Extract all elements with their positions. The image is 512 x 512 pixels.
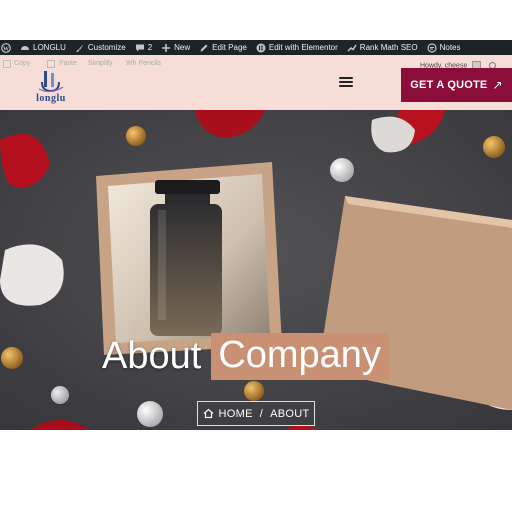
hero-background-image <box>0 110 512 430</box>
breadcrumb-separator: / <box>259 407 264 420</box>
paste-icon <box>47 60 55 68</box>
edit-elementor-link[interactable]: Edit with Elementor <box>256 43 338 53</box>
breadcrumb: HOME / ABOUT <box>197 401 315 426</box>
site-logo[interactable]: longlu <box>31 69 71 105</box>
logo-text: longlu <box>36 93 66 104</box>
edit-elementor-label: Edit with Elementor <box>268 43 338 52</box>
breadcrumb-home-link[interactable]: HOME <box>219 408 253 420</box>
edit-page-link[interactable]: Edit Page <box>199 43 247 53</box>
arrow-up-right-icon: ↗ <box>492 78 503 92</box>
comments-count: 2 <box>147 43 153 52</box>
ghost-link-paste: Paste <box>59 60 77 67</box>
new-content-menu[interactable]: New <box>161 43 190 53</box>
paintbrush-icon <box>75 43 85 53</box>
customize-label: Customize <box>87 43 126 52</box>
page-title: About Company <box>102 333 389 380</box>
plus-icon <box>161 43 171 53</box>
edit-page-label: Edit Page <box>212 43 247 52</box>
comments-link[interactable]: 2 <box>135 43 152 53</box>
comment-icon <box>135 43 145 53</box>
elementor-icon <box>256 43 266 53</box>
notes-icon <box>427 42 437 53</box>
ghost-link-pencils: Wh Pencils <box>126 60 162 67</box>
rank-math-icon <box>347 43 357 53</box>
admin-bar: W LONGLU Customize 2 New Edit Page Edit … <box>0 40 512 55</box>
page: W LONGLU Customize 2 New Edit Page Edit … <box>0 0 512 512</box>
pencil-icon <box>199 43 209 53</box>
home-icon <box>203 408 214 419</box>
breadcrumb-current: ABOUT <box>270 407 310 420</box>
hero-banner: About Company HOME / ABOUT <box>0 110 512 430</box>
site-name-menu[interactable]: LONGLU <box>20 43 66 53</box>
dashboard-icon <box>20 43 30 53</box>
get-a-quote-button[interactable]: GET A QUOTE ↗ <box>401 68 512 102</box>
new-label: New <box>174 43 191 52</box>
title-word-about: About <box>102 335 202 377</box>
title-word-company: Company <box>211 333 389 380</box>
svg-text:W: W <box>3 46 9 52</box>
logo-mark-icon <box>38 71 64 93</box>
get-a-quote-label: GET A QUOTE <box>410 79 488 91</box>
customize-link[interactable]: Customize <box>75 43 126 53</box>
site-name-label: LONGLU <box>33 43 66 52</box>
notes-link[interactable]: Notes <box>427 42 461 53</box>
copy-icon <box>3 60 11 68</box>
notes-label: Notes <box>439 43 461 52</box>
ghost-link-copy: Copy <box>14 60 31 67</box>
ghost-link-simplify: Simplify <box>88 60 113 67</box>
site-header: Copy Paste Simplify Wh Pencils longlu Ho… <box>0 55 512 110</box>
wordpress-logo-menu[interactable]: W <box>1 42 11 53</box>
wordpress-icon: W <box>1 42 11 53</box>
hamburger-menu-icon[interactable] <box>339 77 353 89</box>
rank-math-menu[interactable]: Rank Math SEO <box>347 43 418 53</box>
rank-math-label: Rank Math SEO <box>359 43 418 52</box>
